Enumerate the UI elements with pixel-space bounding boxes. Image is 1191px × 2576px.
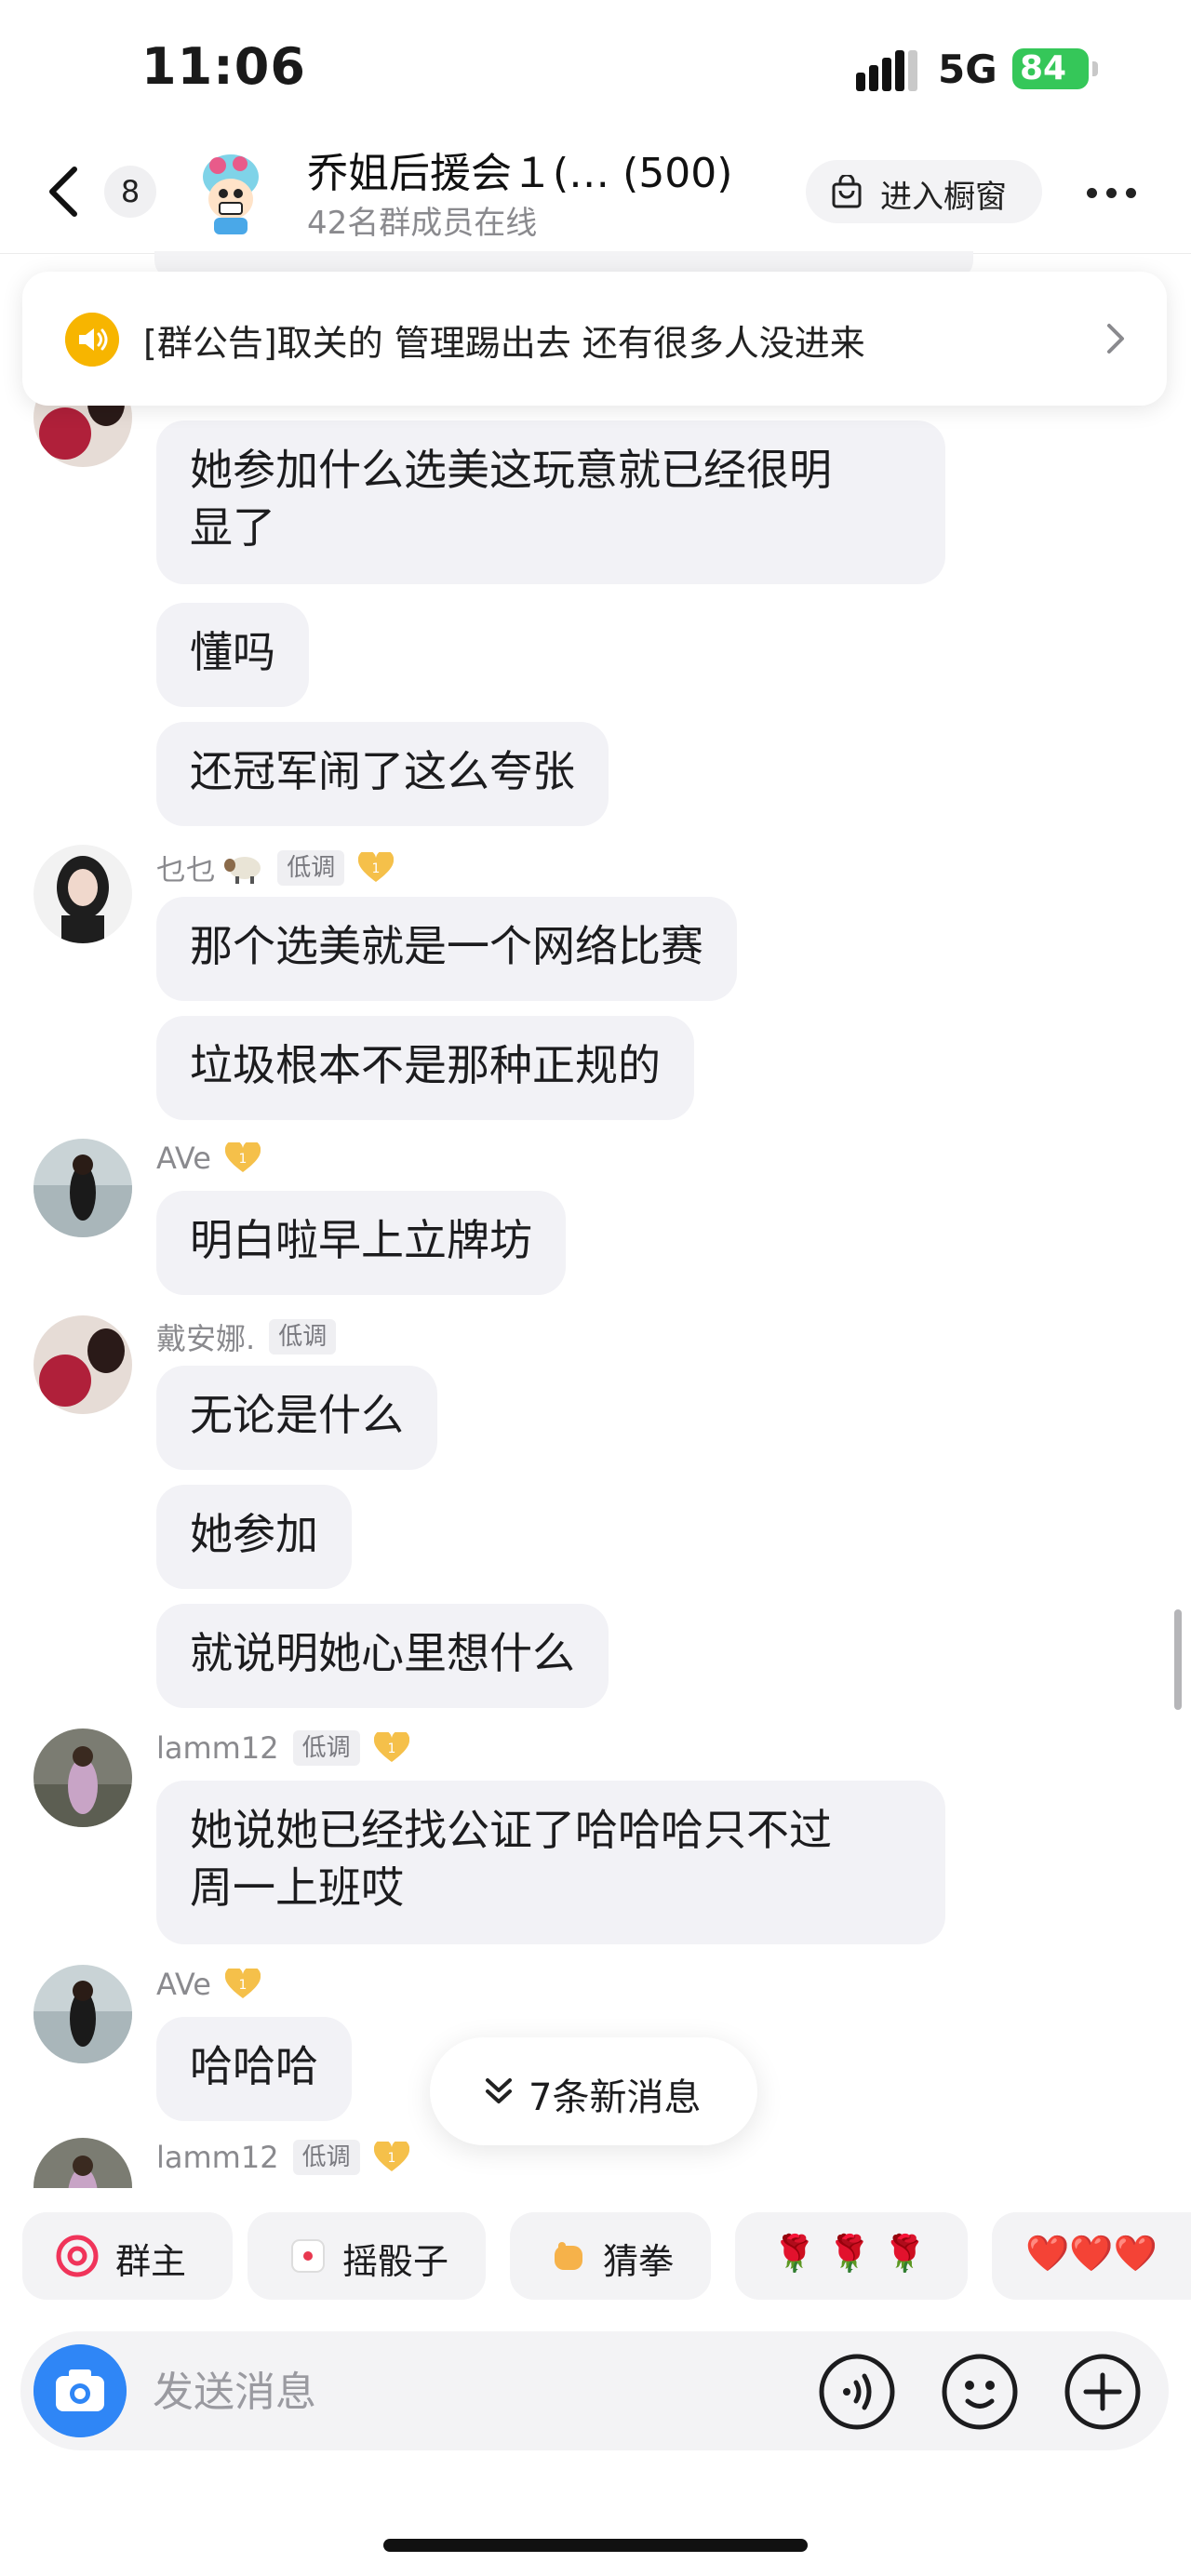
shopping-bag-icon bbox=[832, 175, 862, 208]
home-indicator bbox=[383, 2539, 808, 2552]
message-text: 她说她已经找公证了哈哈哈只不过 bbox=[190, 1805, 832, 1855]
svg-text:1: 1 bbox=[372, 861, 381, 876]
plus-icon[interactable] bbox=[1063, 2352, 1143, 2432]
avatar[interactable] bbox=[33, 1315, 132, 1414]
fan-badge-heart-icon: 1 bbox=[373, 2142, 409, 2171]
sender-line: 戴安娜. 低调 bbox=[156, 1315, 337, 1356]
fan-badge-heart-icon: 1 bbox=[225, 1969, 261, 1998]
dice-icon bbox=[291, 2239, 325, 2273]
battery-level: 84 bbox=[1012, 48, 1089, 89]
avatar[interactable] bbox=[33, 2138, 132, 2188]
member-tag: 低调 bbox=[292, 2140, 360, 2175]
sender-line: lamm12 低调 1 bbox=[156, 2140, 409, 2181]
sheep-emoji-icon bbox=[224, 857, 261, 884]
chevron-left-icon[interactable] bbox=[41, 164, 89, 220]
member-tag: 低调 bbox=[292, 1730, 360, 1766]
group-announcement[interactable]: [群公告]取关的 管理踢出去 还有很多人没进来 bbox=[22, 272, 1167, 406]
status-time: 11:06 bbox=[141, 37, 306, 96]
at-icon bbox=[56, 2235, 99, 2277]
sender-name[interactable]: AVe bbox=[156, 1967, 211, 2002]
message-text: 她参加什么选美这玩意就已经很明 bbox=[190, 445, 832, 495]
avatar[interactable] bbox=[33, 845, 132, 943]
fan-badge-heart-icon: 1 bbox=[225, 1142, 261, 1172]
voice-icon[interactable] bbox=[817, 2352, 897, 2432]
camera-icon[interactable] bbox=[33, 2344, 127, 2437]
chip-label: 群主 bbox=[115, 2241, 187, 2282]
emoji-icon[interactable] bbox=[940, 2352, 1020, 2432]
message-text: 显了 bbox=[190, 502, 275, 553]
fan-badge-heart-icon: 1 bbox=[373, 1732, 409, 1762]
message-bubble[interactable]: 垃圾根本不是那种正规的 bbox=[156, 1016, 694, 1120]
message-bubble[interactable]: 她参加什么选美这玩意就已经很明 显了 bbox=[156, 420, 945, 584]
mention-owner-chip[interactable]: 群主 bbox=[22, 2212, 233, 2300]
message-bubble[interactable]: 那个选美就是一个网络比赛 bbox=[156, 897, 737, 1001]
quick-actions-bar: 群主 摇骰子 猜拳 🌹 🌹 🌹 ❤️❤️❤️ bbox=[0, 2188, 1191, 2328]
message-input-bar bbox=[20, 2331, 1169, 2450]
svg-text:1: 1 bbox=[387, 2151, 395, 2166]
svg-text:1: 1 bbox=[239, 1978, 248, 1993]
double-chevron-down-icon bbox=[486, 2078, 512, 2103]
message-bubble[interactable]: 无论是什么 bbox=[156, 1366, 437, 1470]
chip-label: 摇骰子 bbox=[342, 2241, 449, 2282]
group-avatar[interactable] bbox=[184, 145, 277, 238]
avatar[interactable] bbox=[33, 1139, 132, 1237]
sender-name[interactable]: AVe bbox=[156, 1141, 211, 1176]
roses-chip[interactable]: 🌹 🌹 🌹 bbox=[735, 2212, 968, 2300]
fist-icon bbox=[555, 2242, 582, 2270]
signal-icon bbox=[856, 50, 917, 91]
sender-line: AVe 1 bbox=[156, 1967, 261, 2008]
sender-line: AVe 1 bbox=[156, 1141, 261, 1181]
enter-showcase-button[interactable]: 进入橱窗 bbox=[806, 160, 1042, 223]
message-bubble[interactable]: 哈哈哈 bbox=[156, 2017, 352, 2121]
more-dots-icon[interactable] bbox=[1079, 167, 1144, 214]
sender-name[interactable]: lamm12 bbox=[156, 2140, 279, 2175]
battery-cap bbox=[1092, 61, 1098, 76]
chat-header: 8 乔姐后援会１(… (500) 42名群成员在线 进入橱窗 bbox=[0, 130, 1191, 254]
status-bar: 11:06 5G 84 bbox=[0, 0, 1191, 130]
message-bubble[interactable]: 她参加 bbox=[156, 1485, 352, 1589]
new-messages-label: 7条新消息 bbox=[529, 2076, 702, 2119]
svg-text:1: 1 bbox=[239, 1152, 248, 1167]
roll-dice-chip[interactable]: 摇骰子 bbox=[248, 2212, 486, 2300]
network-type: 5G bbox=[938, 47, 997, 92]
sender-line: 乜乜 低调 1 bbox=[156, 847, 395, 888]
avatar[interactable] bbox=[33, 1965, 132, 2063]
member-tag: 低调 bbox=[269, 1319, 337, 1355]
fan-badge-heart-icon: 1 bbox=[358, 852, 395, 882]
sender-name[interactable]: 乜乜 bbox=[156, 852, 216, 888]
message-bubble[interactable]: 明白啦早上立牌坊 bbox=[156, 1191, 566, 1295]
member-tag: 低调 bbox=[277, 850, 345, 886]
unread-count-badge[interactable]: 8 bbox=[104, 166, 156, 218]
chip-label: 猜拳 bbox=[603, 2241, 675, 2282]
hearts-chip[interactable]: ❤️❤️❤️ bbox=[992, 2212, 1191, 2300]
avatar[interactable] bbox=[33, 1728, 132, 1827]
message-bubble[interactable]: 还冠军闹了这么夸张 bbox=[156, 722, 609, 826]
enter-showcase-label: 进入橱窗 bbox=[880, 179, 1007, 216]
chip-label: 🌹 🌹 🌹 bbox=[772, 2233, 928, 2274]
chevron-right-icon bbox=[1107, 324, 1124, 354]
message-text: 周一上班哎 bbox=[190, 1862, 404, 1913]
sender-name[interactable]: lamm12 bbox=[156, 1730, 279, 1766]
group-title[interactable]: 乔姐后援会１(… (500) bbox=[307, 140, 732, 199]
svg-text:1: 1 bbox=[387, 1742, 395, 1756]
message-bubble[interactable]: 就说明她心里想什么 bbox=[156, 1604, 609, 1708]
announcement-text: [群公告]取关的 管理踢出去 还有很多人没进来 bbox=[143, 323, 865, 364]
speaker-icon bbox=[65, 313, 119, 367]
message-bubble[interactable]: 懂吗 bbox=[156, 603, 309, 707]
chat-scrollbar[interactable] bbox=[1174, 1609, 1182, 1710]
message-bubble[interactable]: 她说她已经找公证了哈哈哈只不过 周一上班哎 bbox=[156, 1781, 945, 1944]
sender-name[interactable]: 戴安娜. bbox=[156, 1321, 255, 1356]
rock-paper-scissors-chip[interactable]: 猜拳 bbox=[510, 2212, 711, 2300]
message-input[interactable] bbox=[151, 2357, 787, 2426]
chip-label: ❤️❤️❤️ bbox=[1025, 2233, 1158, 2274]
sender-line: lamm12 低调 1 bbox=[156, 1730, 409, 1771]
new-messages-button[interactable]: 7条新消息 bbox=[430, 2037, 757, 2145]
online-members-count: 42名群成员在线 bbox=[307, 205, 538, 242]
